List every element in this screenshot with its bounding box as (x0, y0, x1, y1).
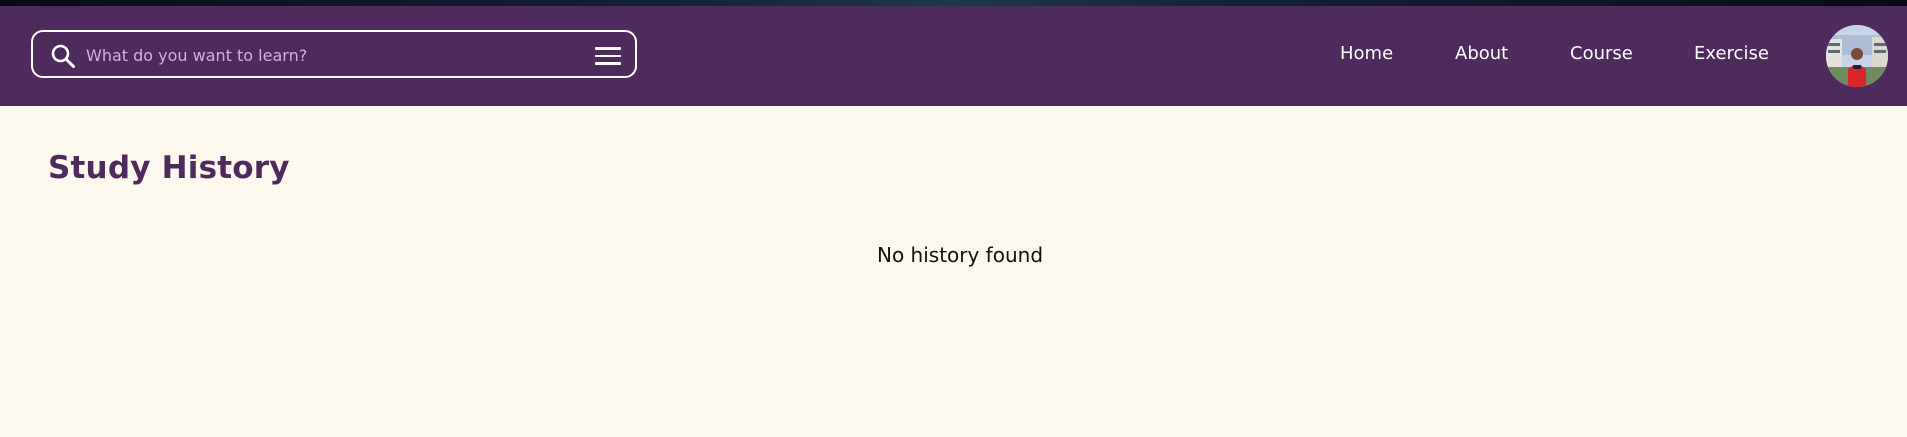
search-input[interactable] (84, 40, 568, 70)
avatar-photo (1826, 25, 1888, 87)
navbar: Home About Course Exercise (0, 6, 1907, 106)
nav-link-course[interactable]: Course (1570, 43, 1633, 64)
page-title: Study History (48, 150, 290, 186)
user-avatar[interactable] (1826, 25, 1888, 87)
nav-link-home[interactable]: Home (1340, 43, 1393, 64)
search-bar[interactable] (31, 30, 637, 78)
empty-history-message: No history found (876, 243, 1044, 267)
search-icon[interactable] (50, 43, 76, 69)
nav-link-exercise[interactable]: Exercise (1694, 43, 1769, 64)
nav-link-about[interactable]: About (1455, 43, 1508, 64)
hamburger-menu-icon[interactable] (595, 47, 621, 65)
